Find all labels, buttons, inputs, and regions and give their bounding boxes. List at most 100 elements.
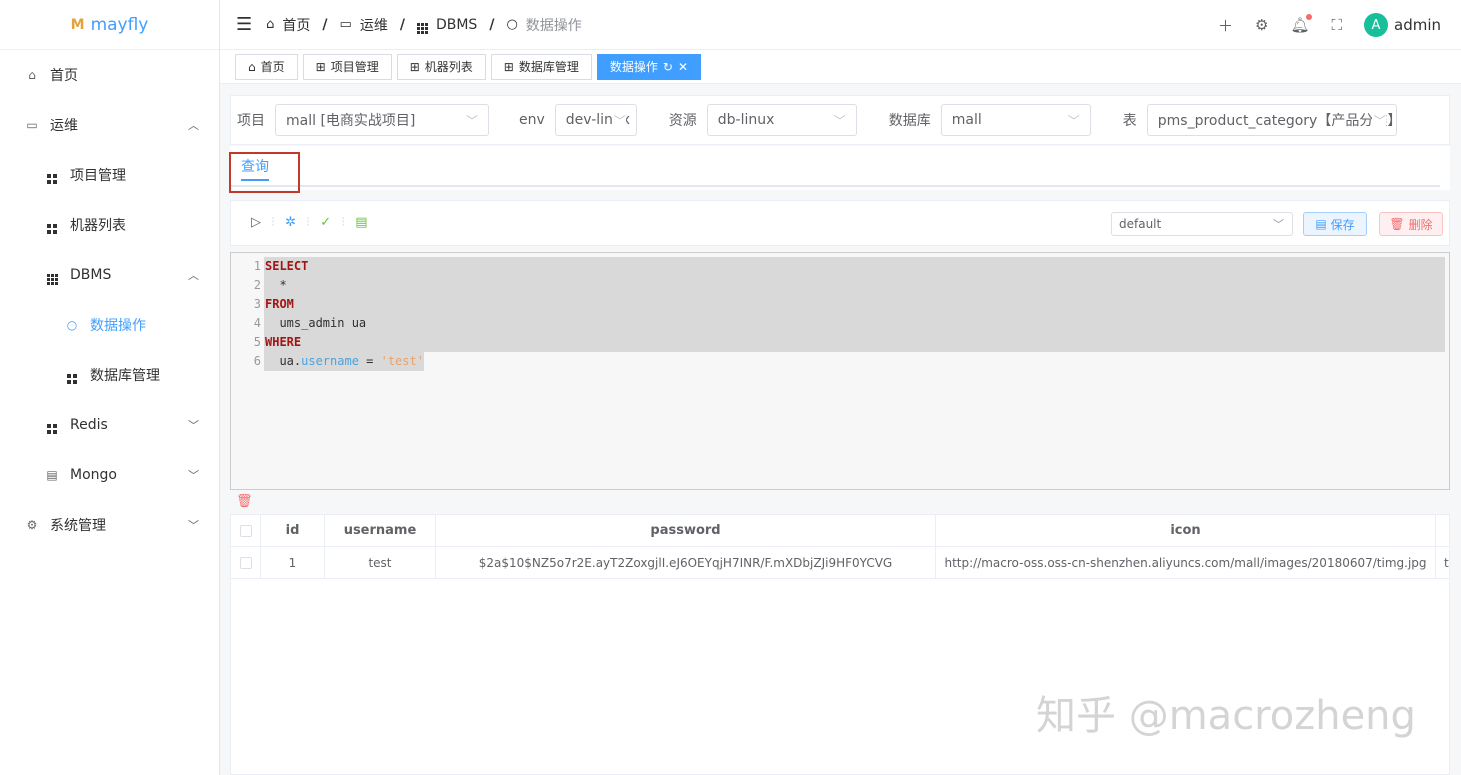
- header-actions: ＋ ⚙ 🔔︎ ⛶ A admin: [1218, 0, 1441, 50]
- delete-button[interactable]: 🗑︎ 删除: [1379, 212, 1443, 236]
- sidebar-item-db-manage[interactable]: 数据库管理: [0, 350, 219, 400]
- logo[interactable]: M mayfly: [0, 0, 219, 50]
- table-header: id username password icon: [231, 515, 1449, 547]
- table-select[interactable]: pms_product_category【产品分类】﹀: [1147, 104, 1397, 136]
- env-select[interactable]: dev-linux﹀: [555, 104, 637, 136]
- format-icon[interactable]: ✲: [285, 215, 296, 230]
- breadcrumb-separator: /: [322, 17, 327, 33]
- table-cell: t: [1436, 547, 1450, 578]
- sidebar-item-home[interactable]: ⌂ 首页: [0, 50, 219, 100]
- save-button[interactable]: ▤ 保存: [1303, 212, 1367, 236]
- resource-label: 资源: [669, 110, 697, 130]
- table-cell: 1: [261, 547, 325, 578]
- grid9-icon: [44, 266, 60, 285]
- selection-highlight: [264, 257, 1445, 352]
- database-label: 数据库: [889, 110, 931, 130]
- close-icon[interactable]: ✕: [678, 60, 688, 74]
- table-cell: http://macro-oss.oss-cn-shenzhen.aliyunc…: [936, 547, 1436, 578]
- sidebar-item-mongo[interactable]: ▤ Mongo ﹀: [0, 450, 219, 500]
- run-icon[interactable]: ▷: [251, 215, 261, 230]
- tag-home[interactable]: ⌂ 首页: [235, 54, 298, 80]
- chevron-down-icon: ﹀: [1273, 216, 1284, 232]
- sql-name-select[interactable]: default ﹀: [1111, 212, 1293, 236]
- trash-icon[interactable]: 🗑︎: [236, 494, 253, 509]
- line-number: 2: [231, 276, 261, 295]
- sidebar-item-data-ops[interactable]: ○ 数据操作: [0, 300, 219, 350]
- tag-label: 首页: [261, 58, 285, 75]
- project-label: 项目: [237, 110, 265, 130]
- tags-view: ⌂ 首页 ⊞项目管理 ⊞机器列表 ⊞ 数据库管理 数据操作 ↻ ✕: [220, 50, 1461, 84]
- toolbar-divider: ⁝: [306, 215, 310, 230]
- user-menu[interactable]: A admin: [1364, 13, 1441, 37]
- chevron-down-icon: ﹀: [188, 467, 199, 483]
- app-root: M mayfly ⌂ 首页 ▭ 运维 ︿ 项目管理 机器列表 DBMS ︿ ○ …: [0, 0, 1461, 775]
- logo-icon: M: [71, 17, 85, 33]
- check-icon[interactable]: ✓: [320, 215, 331, 230]
- chevron-down-icon: ﹀: [1066, 112, 1080, 129]
- tag-label: 数据库管理: [519, 58, 579, 75]
- fullscreen-icon[interactable]: ⛶: [1331, 16, 1342, 34]
- sidebar-item-label: 机器列表: [70, 215, 126, 235]
- refresh-icon[interactable]: ↻: [663, 60, 673, 74]
- grid-icon: [44, 167, 60, 184]
- project-select[interactable]: mall [电商实战项目]﹀: [275, 104, 489, 136]
- sidebar-item-machines[interactable]: 机器列表: [0, 200, 219, 250]
- search-icon: ○: [64, 318, 80, 332]
- resource-select[interactable]: db-linux﹀: [707, 104, 857, 136]
- sidebar-item-ops[interactable]: ▭ 运维 ︿: [0, 100, 219, 150]
- grid-icon: ⊞: [410, 60, 420, 74]
- avatar: A: [1364, 13, 1388, 37]
- sql-editor[interactable]: 1 2 3 4 5 6 SELECT * FROM ums_admin ua W…: [230, 252, 1450, 490]
- column-header[interactable]: password: [436, 515, 936, 546]
- bell-icon[interactable]: 🔔︎: [1290, 16, 1309, 34]
- home-icon: ⌂: [248, 60, 256, 74]
- chevron-down-icon: ﹀: [832, 112, 846, 129]
- table-cell: $2a$10$NZ5o7r2E.ayT2ZoxgjlI.eJ6OEYqjH7IN…: [436, 547, 936, 578]
- sidebar-item-system[interactable]: ⚙ 系统管理 ﹀: [0, 500, 219, 550]
- tag-data-ops[interactable]: 数据操作 ↻ ✕: [597, 54, 701, 80]
- column-header[interactable]: username: [325, 515, 436, 546]
- username: admin: [1394, 16, 1441, 34]
- column-header[interactable]: icon: [936, 515, 1436, 546]
- database-value: mall: [952, 112, 982, 128]
- sidebar-item-label: 数据库管理: [90, 365, 160, 385]
- table-row[interactable]: 1 test $2a$10$NZ5o7r2E.ayT2ZoxgjlI.eJ6OE…: [231, 547, 1449, 579]
- table-value: pms_product_category【产品分类】: [1158, 110, 1397, 130]
- sidebar-item-label: Redis: [70, 417, 108, 433]
- sidebar-item-label: 项目管理: [70, 165, 126, 185]
- grid-icon: ⊞: [504, 60, 514, 74]
- sidebar-item-redis[interactable]: Redis ﹀: [0, 400, 219, 450]
- plus-icon[interactable]: ＋: [1218, 15, 1233, 36]
- sidebar-item-label: 运维: [50, 115, 78, 135]
- table-cell: test: [325, 547, 436, 578]
- save-label: 保存: [1331, 216, 1355, 233]
- breadcrumb-item[interactable]: DBMS: [436, 17, 477, 33]
- breadcrumb-separator: /: [400, 17, 405, 33]
- chevron-up-icon: ︿: [188, 267, 199, 283]
- sidebar-item-projects[interactable]: 项目管理: [0, 150, 219, 200]
- menu-toggle-icon[interactable]: ☰: [236, 14, 252, 35]
- document-icon: ▤: [44, 468, 60, 482]
- trash-icon: 🗑︎: [1389, 217, 1404, 231]
- database-select[interactable]: mall ﹀: [941, 104, 1091, 136]
- document-icon[interactable]: ▤: [355, 215, 367, 230]
- chevron-down-icon: ﹀: [188, 517, 199, 533]
- project-value: mall [电商实战项目]: [286, 110, 415, 130]
- row-checkbox[interactable]: [231, 547, 261, 578]
- select-all-checkbox[interactable]: [231, 515, 261, 546]
- sidebar-item-dbms[interactable]: DBMS ︿: [0, 250, 219, 300]
- chevron-down-icon: ﹀: [612, 112, 626, 129]
- breadcrumb-current: 数据操作: [526, 15, 582, 35]
- breadcrumb-item[interactable]: 首页: [282, 15, 310, 35]
- chevron-up-icon: ︿: [188, 117, 199, 133]
- column-header[interactable]: id: [261, 515, 325, 546]
- tag-db-manage[interactable]: ⊞ 数据库管理: [491, 54, 592, 80]
- tag-machines[interactable]: ⊞机器列表: [397, 54, 486, 80]
- breadcrumb-item[interactable]: 运维: [360, 15, 388, 35]
- gear-icon[interactable]: ⚙: [1255, 16, 1268, 34]
- notification-dot: [1306, 14, 1312, 20]
- sidebar-item-label: 数据操作: [90, 315, 146, 335]
- tag-projects[interactable]: ⊞项目管理: [303, 54, 392, 80]
- code-line: FROM: [265, 295, 294, 314]
- code-line: ums_admin ua: [265, 314, 366, 333]
